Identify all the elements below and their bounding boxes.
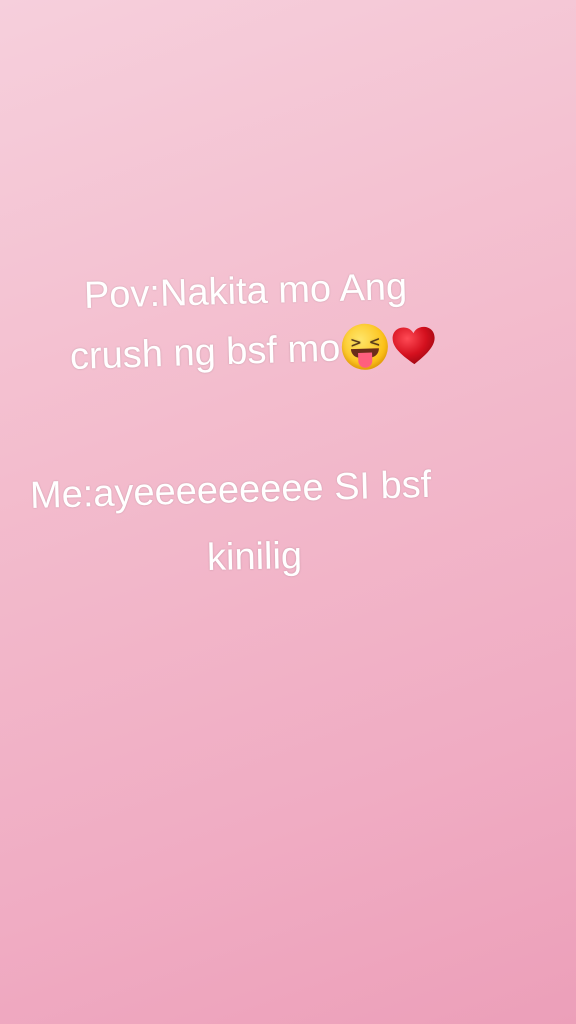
pov-text-1: Pov:Nakita mo Ang: [83, 265, 408, 317]
me-text-line-2: kinilig: [207, 534, 303, 580]
pov-text-2: crush ng bsf mo: [69, 327, 341, 378]
me-text-2: kinilig: [206, 535, 303, 579]
squinting-face-with-tongue-icon: > >: [341, 323, 389, 371]
red-heart-icon: [392, 326, 437, 367]
pov-text-line-2: crush ng bsf mo > >: [69, 322, 437, 379]
me-text-1: Me:ayeeeeeeeee SI bsf: [29, 463, 432, 517]
story-background: Pov:Nakita mo Ang crush ng bsf mo > > Me…: [0, 0, 576, 1024]
me-text-line-1: Me:ayeeeeeeeee SI bsf: [29, 463, 431, 518]
pov-text-line-1: Pov:Nakita mo Ang: [83, 265, 407, 318]
